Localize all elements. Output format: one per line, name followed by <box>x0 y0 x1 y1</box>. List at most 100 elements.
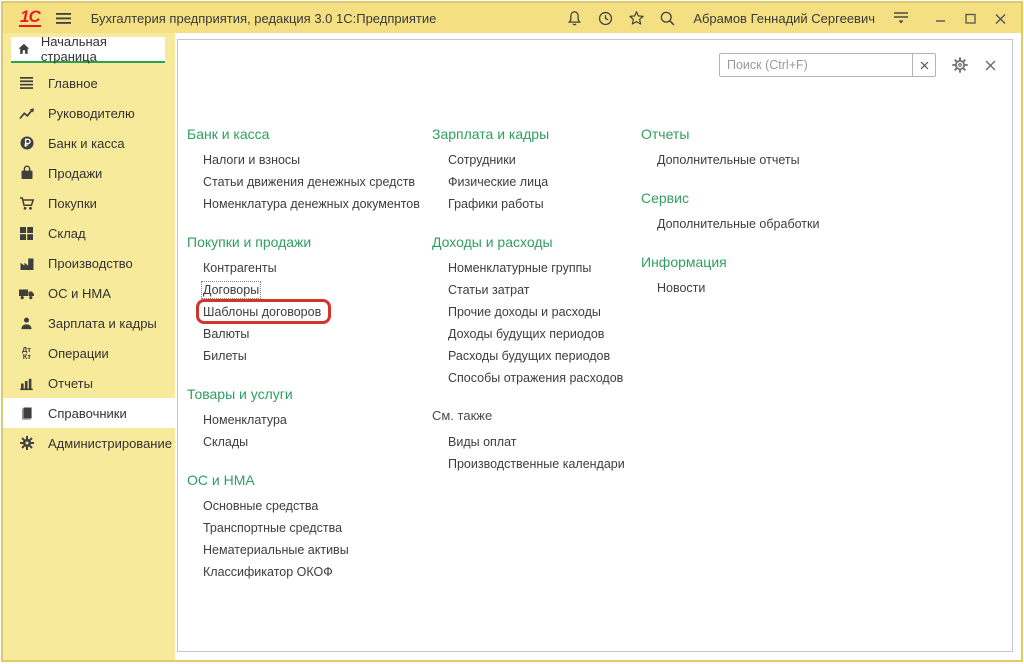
sidebar-item-zarplata-i-kadry[interactable]: Зарплата и кадры <box>3 308 175 338</box>
section-informaciya: Информация Новости <box>641 252 1012 299</box>
nav-link-dogovory[interactable]: Договоры <box>203 279 259 301</box>
main-menu-button[interactable] <box>53 7 75 29</box>
nav-link[interactable]: Прочие доходы и расходы <box>448 301 601 323</box>
nav-link[interactable]: Билеты <box>203 345 247 367</box>
nav-link[interactable]: Нематериальные активы <box>203 539 349 561</box>
sidebar-item-label: Отчеты <box>48 376 93 391</box>
clear-icon <box>920 61 929 70</box>
nav-link[interactable]: Дополнительные обработки <box>657 213 819 235</box>
section-otchety: Отчеты Дополнительные отчеты <box>641 124 1012 171</box>
section-title[interactable]: Доходы и расходы <box>432 232 553 252</box>
nav-link[interactable]: Налоги и взносы <box>203 149 300 171</box>
clear-search-button[interactable] <box>912 53 936 77</box>
sidebar-item-label: Покупки <box>48 196 97 211</box>
nav-link[interactable]: Контрагенты <box>203 257 277 279</box>
sidebar-item-operacii[interactable]: ДтКт Операции <box>3 338 175 368</box>
nav-link[interactable]: Расходы будущих периодов <box>448 345 610 367</box>
current-user[interactable]: Абрамов Геннадий Сергеевич <box>693 11 875 26</box>
sidebar-item-prodazhi[interactable]: Продажи <box>3 158 175 188</box>
nav-link[interactable]: Графики работы <box>448 193 544 215</box>
section-sm-takzhe: См. также Виды оплат Производственные ка… <box>432 406 641 475</box>
nav-link[interactable]: Номенклатура <box>203 409 287 431</box>
nav-link[interactable]: Транспортные средства <box>203 517 342 539</box>
nav-link[interactable]: Статьи движения денежных средств <box>203 171 415 193</box>
sidebar-item-spravochniki[interactable]: Справочники <box>3 398 175 428</box>
sidebar-item-pokupki[interactable]: Покупки <box>3 188 175 218</box>
ruble-circle-icon <box>18 135 35 152</box>
nav-link[interactable]: Производственные календари <box>448 453 625 475</box>
main-area: Банк и касса Налоги и взносы Статьи движ… <box>175 33 1021 660</box>
global-search-button[interactable] <box>656 7 678 29</box>
section-title: См. также <box>432 406 492 426</box>
close-window-button[interactable] <box>989 7 1011 29</box>
section-zarplata-i-kadry: Зарплата и кадры Сотрудники Физические л… <box>432 124 641 215</box>
section-title[interactable]: Покупки и продажи <box>187 232 311 252</box>
section-title[interactable]: ОС и НМА <box>187 470 255 490</box>
sidebar-item-sklad[interactable]: Склад <box>3 218 175 248</box>
nav-link[interactable]: Доходы будущих периодов <box>448 323 604 345</box>
section-title[interactable]: Зарплата и кадры <box>432 124 549 144</box>
sidebar-item-label: Склад <box>48 226 86 241</box>
nav-link[interactable]: Склады <box>203 431 248 453</box>
sidebar-item-label: Руководителю <box>48 106 135 121</box>
panel-settings-button[interactable] <box>951 56 969 74</box>
favorites-button[interactable] <box>625 7 647 29</box>
star-icon <box>628 10 645 27</box>
history-button[interactable] <box>594 7 616 29</box>
grid-icon <box>18 225 35 242</box>
nav-link-shablony-dogovorov[interactable]: Шаблоны договоров <box>203 301 321 323</box>
sidebar-item-proizvodstvo[interactable]: Производство <box>3 248 175 278</box>
nav-link[interactable]: Валюты <box>203 323 249 345</box>
gear-icon <box>18 435 35 452</box>
section-title[interactable]: Товары и услуги <box>187 384 293 404</box>
content-column-3: Отчеты Дополнительные отчеты Сервис Допо… <box>641 124 1012 316</box>
sidebar-item-administrirovanie[interactable]: Администрирование <box>3 428 175 458</box>
title-bar: 1С Бухгалтерия предприятия, редакция 3.0… <box>3 3 1021 33</box>
nav-link[interactable]: Номенклатурные группы <box>448 257 591 279</box>
minimize-button[interactable] <box>929 7 951 29</box>
nav-link[interactable]: Статьи затрат <box>448 279 529 301</box>
nav-link[interactable]: Основные средства <box>203 495 318 517</box>
book-icon <box>18 405 35 422</box>
nav-link[interactable]: Новости <box>657 277 705 299</box>
section-title[interactable]: Банк и касса <box>187 124 269 144</box>
sidebar-item-label: Продажи <box>48 166 102 181</box>
section-tovary-i-uslugi: Товары и услуги Номенклатура Склады <box>187 384 432 453</box>
sidebar-item-glavnoe[interactable]: Главное <box>3 68 175 98</box>
nav-link[interactable]: Физические лица <box>448 171 548 193</box>
sidebar-item-label: Банк и касса <box>48 136 125 151</box>
home-page-tab[interactable]: Начальная страница <box>11 37 165 63</box>
section-title[interactable]: Сервис <box>641 188 689 208</box>
bag-icon <box>18 165 35 182</box>
service-settings-button[interactable] <box>890 7 912 29</box>
person-icon <box>18 315 35 332</box>
maximize-icon <box>964 12 977 25</box>
gear-icon <box>951 56 969 74</box>
nav-link[interactable]: Сотрудники <box>448 149 516 171</box>
window-title: Бухгалтерия предприятия, редакция 3.0 1С… <box>91 11 437 26</box>
dtkt-icon: ДтКт <box>18 345 35 362</box>
sidebar-item-label: Администрирование <box>48 436 172 451</box>
close-panel-button[interactable] <box>985 60 996 71</box>
search-input[interactable] <box>719 53 912 77</box>
section-title[interactable]: Информация <box>641 252 727 272</box>
nav-link[interactable]: Классификатор ОКОФ <box>203 561 333 583</box>
service-menu-icon <box>893 11 909 25</box>
nav-link[interactable]: Способы отражения расходов <box>448 367 623 389</box>
nav-link[interactable]: Виды оплат <box>448 431 517 453</box>
close-icon <box>985 60 996 71</box>
sidebar-item-os-i-nma[interactable]: ОС и НМА <box>3 278 175 308</box>
sidebar-item-otchety[interactable]: Отчеты <box>3 368 175 398</box>
nav-link[interactable]: Дополнительные отчеты <box>657 149 800 171</box>
notifications-button[interactable] <box>563 7 585 29</box>
minimize-icon <box>934 12 947 25</box>
sidebar-item-bank-i-kassa[interactable]: Банк и касса <box>3 128 175 158</box>
sidebar-item-rukovoditelyu[interactable]: Руководителю <box>3 98 175 128</box>
maximize-button[interactable] <box>959 7 981 29</box>
menu-lines-icon <box>18 75 35 92</box>
sidebar-item-label: ОС и НМА <box>48 286 111 301</box>
trend-icon <box>18 105 35 122</box>
section-title[interactable]: Отчеты <box>641 124 689 144</box>
close-icon <box>994 12 1007 25</box>
nav-link[interactable]: Номенклатура денежных документов <box>203 193 420 215</box>
